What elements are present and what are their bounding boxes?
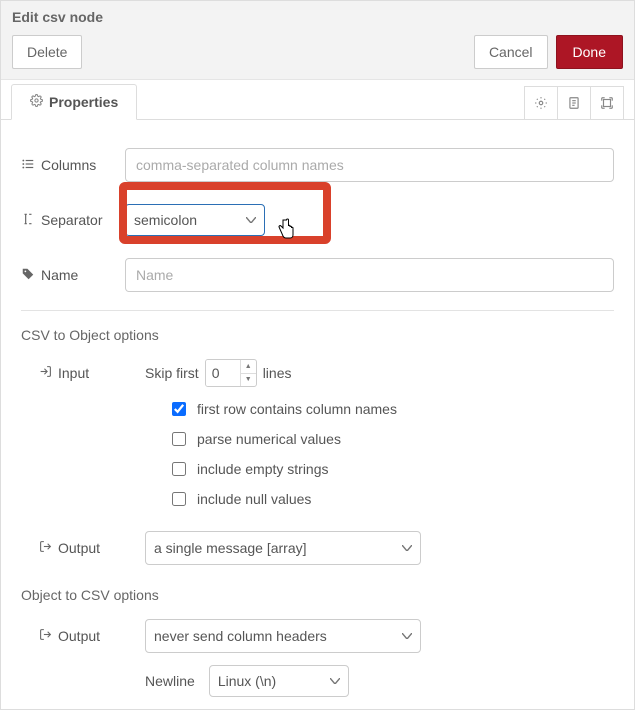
first-row-check-row: first row contains column names [168,399,614,419]
list-icon [21,157,35,174]
dialog-title: Edit csv node [12,9,623,25]
include-empty-check-row: include empty strings [168,459,614,479]
stepper-up-icon[interactable]: ▲ [241,360,256,374]
name-label: Name [21,267,125,284]
include-null-label: include null values [197,491,311,507]
obj2csv-output-select[interactable]: never send column headers [145,619,421,653]
separator-select[interactable]: semicolon [125,204,265,236]
properties-panel: Columns Separator semicolon [1,120,634,709]
csv2obj-output-label: Output [21,540,145,556]
settings-tab-button[interactable] [524,86,558,120]
cancel-button[interactable]: Cancel [474,35,548,69]
separator-label: Separator [21,212,125,229]
cursor-hand-icon [277,218,295,240]
sign-out-icon [39,540,52,556]
parse-num-check-row: parse numerical values [168,429,614,449]
name-row: Name [21,258,614,292]
include-null-check-row: include null values [168,489,614,509]
separator-row: Separator semicolon [21,204,614,236]
obj2csv-output-label: Output [21,628,145,644]
csv-to-object-title: CSV to Object options [21,327,614,343]
input-row: Input Skip first ▲ ▼ lines [21,359,614,387]
tab-properties[interactable]: Properties [11,84,137,120]
input-label: Input [21,365,145,381]
include-empty-checkbox[interactable] [172,462,186,476]
columns-label: Columns [21,157,125,174]
parse-num-checkbox[interactable] [172,432,186,446]
obj2csv-output-row: Output never send column headers [21,619,614,653]
columns-row: Columns [21,148,614,182]
skip-first-spinner[interactable]: ▲ ▼ [205,359,257,387]
skip-first-value[interactable] [206,360,240,386]
sign-in-icon [39,365,52,381]
include-empty-label: include empty strings [197,461,329,477]
include-null-checkbox[interactable] [172,492,186,506]
divider [21,310,614,311]
header-button-row: Delete Cancel Done [12,35,623,69]
newline-label: Newline [145,673,195,689]
appearance-tab-button[interactable] [590,86,624,120]
tab-properties-label: Properties [49,94,118,110]
edit-node-dialog: Edit csv node Delete Cancel Done Propert… [0,0,635,710]
skip-first-pre: Skip first [145,365,199,381]
sign-out-icon [39,628,52,644]
done-button[interactable]: Done [556,35,623,69]
delete-button[interactable]: Delete [12,35,82,69]
tab-strip: Properties [1,80,634,120]
description-tab-button[interactable] [557,86,591,120]
tag-icon [21,267,35,284]
newline-select[interactable]: Linux (\n) [209,665,349,697]
name-input[interactable] [125,258,614,292]
parse-num-label: parse numerical values [197,431,341,447]
dialog-header: Edit csv node Delete Cancel Done [1,1,634,80]
stepper-down-icon[interactable]: ▼ [241,374,256,387]
first-row-checkbox[interactable] [172,402,186,416]
skip-first-post: lines [263,365,292,381]
object-to-csv-title: Object to CSV options [21,587,614,603]
columns-input[interactable] [125,148,614,182]
newline-row: Newline Linux (\n) [21,665,614,697]
first-row-label: first row contains column names [197,401,397,417]
text-cursor-icon [21,212,35,229]
csv2obj-output-row: Output a single message [array] [21,531,614,565]
csv2obj-output-select[interactable]: a single message [array] [145,531,421,565]
gear-icon [30,94,43,110]
